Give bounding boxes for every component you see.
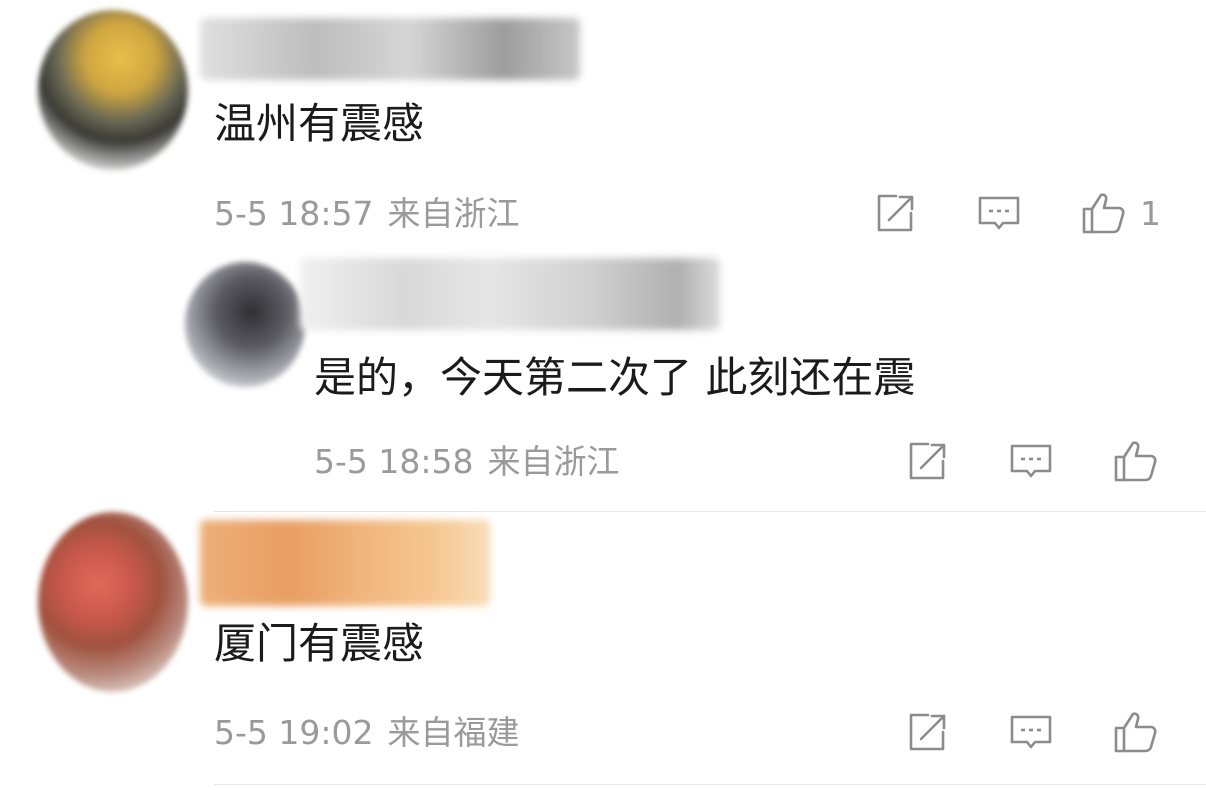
timestamp: 5-5 18:58 (314, 442, 474, 481)
username-redacted[interactable] (300, 258, 720, 330)
share-icon[interactable] (872, 190, 918, 236)
location: 来自福建 (387, 713, 520, 752)
thumbs-up-icon[interactable] (1112, 709, 1158, 755)
comment-text: 温州有震感 (214, 99, 425, 148)
comment-icon[interactable] (976, 190, 1022, 236)
comment-text: 厦门有震感 (214, 619, 425, 668)
divider (214, 511, 1206, 512)
avatar[interactable] (38, 10, 188, 170)
comment-icon[interactable] (1008, 438, 1054, 484)
location: 来自浙江 (487, 442, 620, 481)
share-icon[interactable] (904, 709, 950, 755)
like-count: 1 (1140, 194, 1161, 233)
thumbs-up-icon[interactable] (1112, 438, 1158, 484)
username-redacted[interactable] (200, 520, 490, 606)
username-redacted[interactable] (200, 18, 580, 80)
comment-icon[interactable] (1008, 709, 1054, 755)
comment-meta: 5-5 18:57 来自浙江 (214, 194, 520, 234)
comment-text: 是的，今天第二次了 此刻还在震 (314, 353, 916, 402)
avatar[interactable] (38, 512, 188, 692)
share-icon[interactable] (904, 438, 950, 484)
timestamp: 5-5 18:57 (214, 194, 374, 233)
location: 来自浙江 (387, 194, 520, 233)
comment-meta: 5-5 18:58 来自浙江 (314, 442, 620, 482)
thumbs-up-icon[interactable] (1080, 190, 1126, 236)
timestamp: 5-5 19:02 (214, 713, 374, 752)
avatar[interactable] (185, 262, 305, 387)
comment-meta: 5-5 19:02 来自福建 (214, 713, 520, 753)
divider (214, 784, 1206, 785)
